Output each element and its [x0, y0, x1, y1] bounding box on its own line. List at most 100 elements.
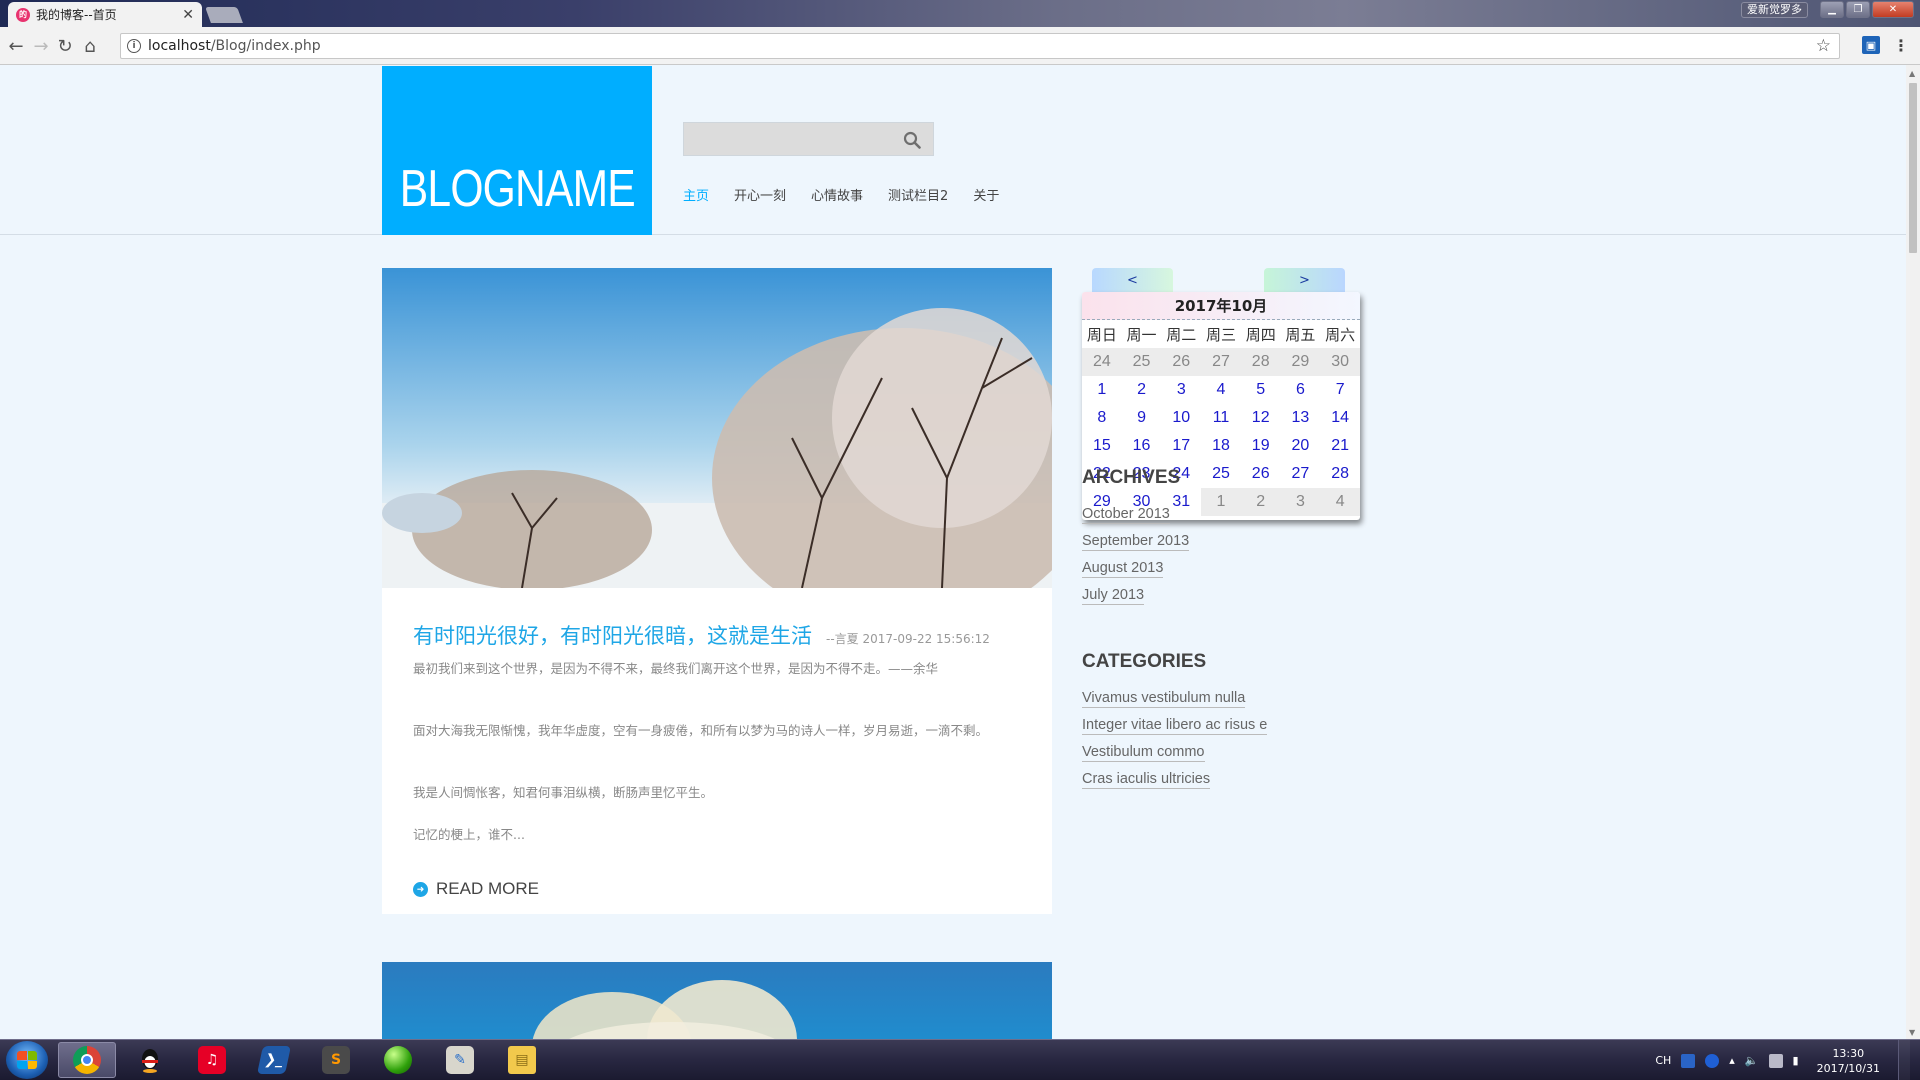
search-icon[interactable]	[903, 131, 921, 149]
extension-icon[interactable]: ▣	[1862, 36, 1880, 54]
forward-arrow-icon[interactable]: →	[31, 36, 51, 57]
qq-icon	[136, 1046, 164, 1074]
calendar-day[interactable]: 17	[1161, 432, 1201, 460]
window-user-label[interactable]: 爱新觉罗多	[1741, 2, 1808, 18]
calendar-day[interactable]: 2	[1122, 376, 1162, 404]
nav-item-mood-stories[interactable]: 心情故事	[811, 185, 863, 204]
url-text[interactable]: localhost/Blog/index.php	[148, 38, 321, 54]
calendar-day[interactable]: 1	[1082, 376, 1122, 404]
calendar-day[interactable]: 29	[1280, 348, 1321, 376]
calendar-day[interactable]: 2	[1240, 488, 1281, 516]
calendar-day[interactable]: 9	[1122, 404, 1162, 432]
nav-item-about[interactable]: 关于	[973, 185, 999, 204]
taskbar-app-chrome[interactable]	[58, 1042, 116, 1078]
calendar-day[interactable]: 4	[1320, 488, 1360, 516]
tray-expand-icon[interactable]: ▴	[1729, 1054, 1735, 1067]
scroll-up-icon[interactable]: ▲	[1909, 69, 1915, 78]
signal-icon[interactable]: ▮	[1793, 1054, 1799, 1067]
calendar-day[interactable]: 5	[1241, 376, 1281, 404]
calendar-day[interactable]: 27	[1201, 348, 1241, 376]
taskbar-app-powershell[interactable]: ❯_	[245, 1042, 303, 1078]
taskbar-app-sublime[interactable]: S	[307, 1042, 365, 1078]
taskbar-app-explorer[interactable]: ▤	[493, 1042, 551, 1078]
info-icon[interactable]: i	[127, 39, 141, 53]
maximize-button[interactable]: ❐	[1846, 1, 1870, 18]
calendar-day[interactable]: 4	[1201, 376, 1241, 404]
taskbar-app-green-ball[interactable]	[369, 1042, 427, 1078]
calendar-day[interactable]: 26	[1241, 460, 1281, 488]
tab-close-icon[interactable]: ✕	[182, 7, 194, 23]
nav-item-happy-moment[interactable]: 开心一刻	[734, 185, 786, 204]
archive-link[interactable]: July 2013	[1082, 587, 1145, 605]
reload-icon[interactable]: ↻	[55, 36, 75, 57]
calendar-day[interactable]: 13	[1281, 404, 1321, 432]
category-link[interactable]: Vestibulum commo	[1082, 744, 1205, 762]
calendar-day[interactable]: 11	[1201, 404, 1241, 432]
post-featured-image-2[interactable]	[382, 962, 1052, 1039]
help-icon[interactable]	[1705, 1053, 1720, 1068]
calendar-day[interactable]: 24	[1082, 348, 1122, 376]
category-link[interactable]: Vivamus vestibulum nulla	[1082, 690, 1246, 708]
browser-tab[interactable]: 的 我的博客--首页 ✕	[8, 2, 202, 27]
minimize-button[interactable]: ▁	[1820, 1, 1844, 18]
browser-menu-icon[interactable]: ⋮	[1893, 36, 1909, 55]
calendar-weekday: 周二	[1166, 325, 1197, 344]
calendar-day[interactable]: 28	[1240, 348, 1281, 376]
nav-item-home[interactable]: 主页	[683, 185, 709, 204]
site-logo[interactable]: BLOGNAME	[382, 66, 652, 235]
language-indicator[interactable]: CH	[1655, 1054, 1671, 1067]
category-link[interactable]: Integer vitae libero ac risus e	[1082, 717, 1268, 735]
calendar-day[interactable]: 1	[1201, 488, 1241, 516]
page-scrollbar[interactable]: ▲ ▼	[1906, 65, 1920, 1039]
calendar-day[interactable]: 12	[1241, 404, 1281, 432]
close-window-button[interactable]: ✕	[1872, 1, 1914, 18]
calendar-next-button[interactable]: >	[1264, 268, 1345, 292]
post-title-link[interactable]: 有时阳光很好，有时阳光很暗，这就是生活	[413, 620, 812, 650]
home-icon[interactable]: ⌂	[80, 36, 100, 57]
calendar-day[interactable]: 3	[1280, 488, 1321, 516]
calendar-day[interactable]: 21	[1320, 432, 1360, 460]
calendar-day[interactable]: 6	[1281, 376, 1321, 404]
scroll-down-icon[interactable]: ▼	[1909, 1028, 1915, 1037]
search-input[interactable]	[684, 123, 894, 155]
calendar-day[interactable]: 20	[1281, 432, 1321, 460]
calendar-day[interactable]: 10	[1161, 404, 1201, 432]
bookmark-star-icon[interactable]: ☆	[1816, 36, 1831, 56]
calendar-day[interactable]: 27	[1281, 460, 1321, 488]
archive-link[interactable]: August 2013	[1082, 560, 1164, 578]
calendar-day[interactable]: 19	[1241, 432, 1281, 460]
category-link[interactable]: Cras iaculis ultricies	[1082, 771, 1211, 789]
archive-link[interactable]: September 2013	[1082, 533, 1190, 551]
taskbar-app-paint[interactable]: ✎	[431, 1042, 489, 1078]
calendar-day[interactable]: 15	[1082, 432, 1122, 460]
calendar-day[interactable]: 26	[1161, 348, 1202, 376]
calendar-day[interactable]: 30	[1320, 348, 1360, 376]
volume-icon[interactable]: 🔈	[1745, 1054, 1759, 1067]
read-more-link[interactable]: ➜ READ MORE	[413, 879, 539, 899]
calendar-day[interactable]: 3	[1161, 376, 1201, 404]
network-icon[interactable]	[1768, 1053, 1783, 1068]
start-button[interactable]	[6, 1041, 48, 1079]
new-tab-button[interactable]	[205, 7, 243, 23]
taskbar-app-qq[interactable]	[121, 1042, 179, 1078]
taskbar-clock[interactable]: 13:30 2017/10/31	[1817, 1046, 1880, 1076]
calendar-day[interactable]: 28	[1320, 460, 1360, 488]
calendar-day[interactable]: 25	[1201, 460, 1241, 488]
show-desktop-button[interactable]	[1898, 1040, 1910, 1080]
calendar-prev-button[interactable]: <	[1092, 268, 1173, 292]
post-featured-image[interactable]	[382, 268, 1052, 588]
back-arrow-icon[interactable]: ←	[6, 36, 26, 57]
archive-link[interactable]: October 2013	[1082, 506, 1170, 524]
calendar-day[interactable]: 7	[1320, 376, 1360, 404]
scroll-thumb[interactable]	[1909, 83, 1917, 253]
input-method-icon[interactable]	[1681, 1053, 1696, 1068]
calendar-day[interactable]: 25	[1121, 348, 1162, 376]
calendar-day[interactable]: 8	[1082, 404, 1122, 432]
calendar-day[interactable]: 16	[1122, 432, 1162, 460]
nav-item-test-column-2[interactable]: 测试栏目2	[888, 185, 948, 204]
calendar-day[interactable]: 18	[1201, 432, 1241, 460]
taskbar-app-netease-music[interactable]: ♫	[183, 1042, 241, 1078]
calendar-day[interactable]: 14	[1320, 404, 1360, 432]
powershell-icon: ❯_	[257, 1046, 291, 1074]
address-bar[interactable]: i localhost/Blog/index.php ☆	[120, 33, 1840, 59]
